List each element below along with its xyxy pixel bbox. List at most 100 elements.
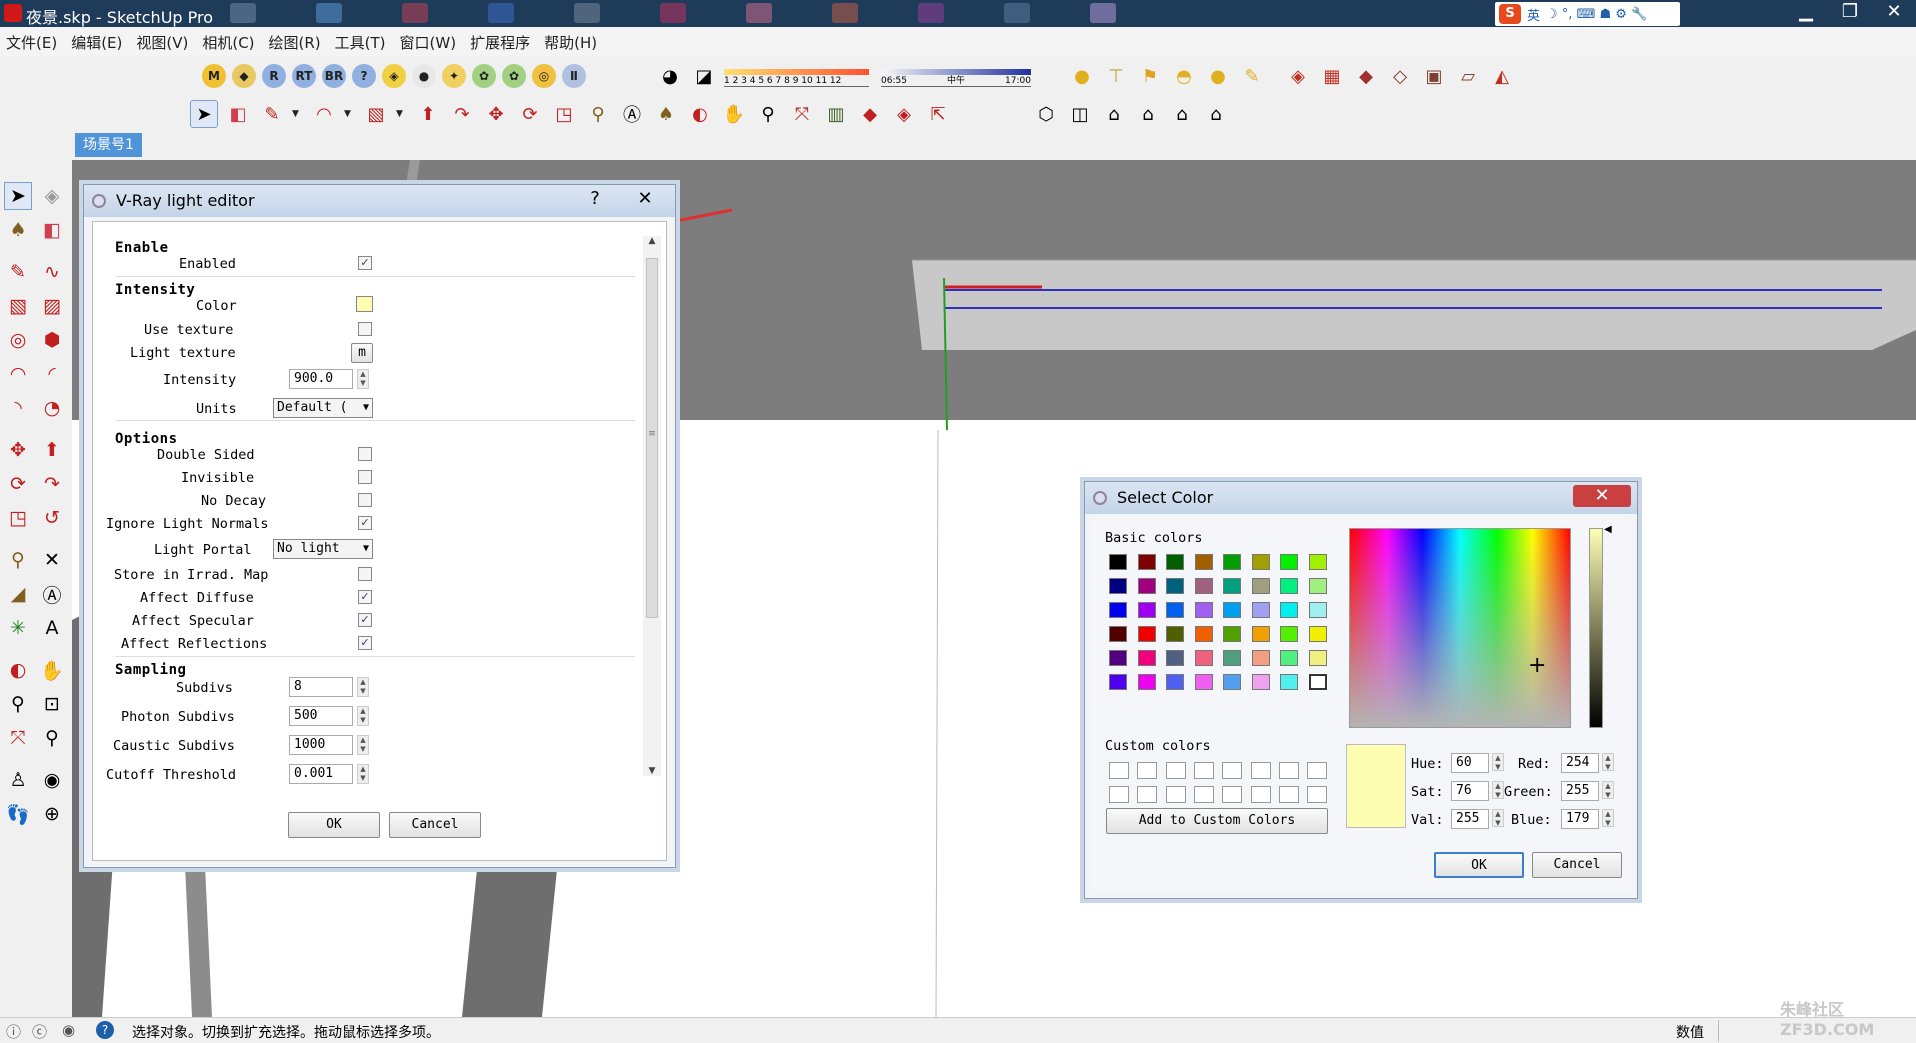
- custom-color-swatch[interactable]: [1250, 786, 1271, 803]
- follow-me-tool-icon[interactable]: ↷: [448, 100, 476, 128]
- basic-color-swatch[interactable]: [1251, 674, 1270, 690]
- blue-input[interactable]: 179: [1561, 809, 1599, 829]
- vray-sphere-icon[interactable]: ●: [412, 64, 436, 88]
- top-view-icon[interactable]: ◫: [1066, 100, 1094, 128]
- basic-color-swatch[interactable]: [1137, 578, 1156, 594]
- user-icon[interactable]: ◉: [62, 1021, 75, 1039]
- scene-tab[interactable]: 场景号1: [75, 133, 142, 157]
- custom-color-swatch[interactable]: [1222, 762, 1243, 779]
- custom-color-swatch[interactable]: [1137, 762, 1158, 779]
- value-slider-arrow-icon[interactable]: ◀: [1604, 524, 1612, 535]
- eraser-tool-icon[interactable]: ◧: [38, 216, 66, 244]
- smoove-icon[interactable]: ◆: [1352, 62, 1380, 90]
- custom-color-swatch[interactable]: [1165, 762, 1186, 779]
- invisible-checkbox[interactable]: [358, 470, 372, 484]
- close-button[interactable]: ✕: [625, 188, 665, 210]
- push-pull-tool-icon[interactable]: ⬆: [38, 436, 66, 464]
- vray-fur-icon[interactable]: ✿: [502, 64, 526, 88]
- basic-color-swatch[interactable]: [1251, 554, 1270, 570]
- three-point-arc-icon[interactable]: ◝: [4, 394, 32, 422]
- shadow-toggle-icon[interactable]: ◪: [690, 62, 718, 90]
- menu-edit[interactable]: 编辑(E): [71, 32, 122, 53]
- basic-color-swatch[interactable]: [1194, 602, 1213, 618]
- left-view-icon[interactable]: ⌂: [1202, 100, 1230, 128]
- minimize-button[interactable]: ▁: [1784, 0, 1828, 27]
- basic-color-swatch[interactable]: [1137, 626, 1156, 642]
- caustic-subdivs-input[interactable]: 1000: [289, 735, 353, 755]
- ignore-normals-checkbox[interactable]: ✓: [358, 516, 372, 530]
- back-view-icon[interactable]: ⌂: [1168, 100, 1196, 128]
- menu-file[interactable]: 文件(E): [6, 32, 57, 53]
- cancel-button[interactable]: Cancel: [1532, 852, 1622, 878]
- basic-color-swatch[interactable]: [1280, 674, 1298, 690]
- light-portal-select[interactable]: No light ▼: [273, 539, 373, 559]
- basic-color-swatch[interactable]: [1251, 578, 1270, 594]
- menu-view[interactable]: 视图(V): [136, 32, 188, 53]
- ime-symbols[interactable]: ☽ °, ⌨ ☗ ⚙ 🔧: [1546, 7, 1647, 22]
- iso-view-icon[interactable]: ⬡: [1032, 100, 1060, 128]
- arc-tool-icon[interactable]: ◠: [4, 360, 32, 388]
- ime-mode[interactable]: 英: [1527, 5, 1540, 24]
- no-decay-checkbox[interactable]: [358, 493, 372, 507]
- basic-color-swatch[interactable]: [1223, 602, 1241, 618]
- basic-color-swatch[interactable]: [1308, 602, 1327, 618]
- extension-warehouse-icon[interactable]: ◆: [856, 100, 884, 128]
- basic-color-swatch[interactable]: [1251, 626, 1270, 642]
- thumbnail[interactable]: [488, 3, 514, 23]
- chevron-down-icon[interactable]: ▼: [292, 109, 304, 119]
- value-slider[interactable]: [1589, 528, 1603, 728]
- menu-draw[interactable]: 绘图(R): [269, 32, 321, 53]
- custom-color-swatch[interactable]: [1278, 762, 1299, 779]
- basic-color-swatch[interactable]: [1223, 626, 1241, 642]
- basic-color-swatch[interactable]: [1223, 674, 1241, 690]
- position-camera-icon[interactable]: ♙: [4, 766, 32, 794]
- subdivs-spinner[interactable]: ▲ ▼: [357, 677, 369, 697]
- rotated-rectangle-icon[interactable]: ▨: [38, 292, 66, 320]
- custom-color-swatch[interactable]: [1165, 786, 1186, 803]
- thumbnail[interactable]: [402, 3, 428, 23]
- green-spinner[interactable]: ▲ ▼: [1602, 781, 1614, 799]
- basic-color-swatch[interactable]: [1137, 674, 1156, 690]
- share-model-icon[interactable]: ◈: [890, 100, 918, 128]
- basic-color-swatch[interactable]: [1166, 674, 1184, 690]
- rect-light-icon[interactable]: ⊤: [1102, 62, 1130, 90]
- omni-light-icon[interactable]: ●: [1068, 62, 1096, 90]
- 3d-text-tool-icon[interactable]: A: [38, 614, 66, 642]
- basic-color-swatch[interactable]: [1251, 650, 1270, 666]
- basic-color-swatch[interactable]: [1137, 602, 1156, 618]
- basic-color-swatch[interactable]: [1109, 626, 1127, 642]
- custom-color-swatch[interactable]: [1222, 786, 1243, 803]
- vray-light-icon[interactable]: ✦: [442, 64, 466, 88]
- scroll-up-icon[interactable]: ▲: [643, 236, 661, 246]
- scrollbar[interactable]: ▲ ≡ ▼: [643, 236, 661, 776]
- vray-options-icon[interactable]: ◆: [232, 64, 256, 88]
- vray-batch-render-icon[interactable]: BR: [322, 64, 346, 88]
- ime-toolbar[interactable]: S 英 ☽ °, ⌨ ☗ ⚙ 🔧: [1495, 2, 1680, 26]
- vray-rt-render-icon[interactable]: RT: [292, 64, 316, 88]
- push-pull-tool-icon[interactable]: ⬆: [414, 100, 442, 128]
- spot-light-icon[interactable]: ⚑: [1136, 62, 1164, 90]
- menu-window[interactable]: 窗口(W): [400, 32, 457, 53]
- vray-render-icon[interactable]: R: [262, 64, 286, 88]
- vray-material-editor-icon[interactable]: M: [202, 64, 226, 88]
- menu-tools[interactable]: 工具(T): [335, 32, 386, 53]
- green-input[interactable]: 255: [1561, 781, 1599, 801]
- orbit-tool-icon[interactable]: ◐: [686, 100, 714, 128]
- thumbnail[interactable]: [746, 3, 772, 23]
- section-plane-icon[interactable]: ⊕: [38, 800, 66, 828]
- shadow-settings-icon[interactable]: ◕: [656, 62, 684, 90]
- arc-tool-icon[interactable]: ◠: [310, 100, 338, 128]
- cutoff-threshold-input[interactable]: 0.001: [289, 764, 353, 784]
- red-spinner[interactable]: ▲ ▼: [1602, 753, 1614, 771]
- vray-proxy-icon[interactable]: ✿: [472, 64, 496, 88]
- ies-light-icon[interactable]: ◓: [1170, 62, 1198, 90]
- basic-color-swatch[interactable]: [1308, 650, 1327, 666]
- blue-spinner[interactable]: ▲ ▼: [1602, 809, 1614, 827]
- basic-color-swatch[interactable]: [1166, 650, 1184, 666]
- make-component-icon[interactable]: ◈: [38, 182, 66, 210]
- basic-color-swatch[interactable]: [1166, 554, 1184, 570]
- sat-input[interactable]: 76: [1451, 781, 1489, 801]
- sphere-light-icon[interactable]: ●: [1204, 62, 1232, 90]
- hue-sat-spectrum[interactable]: +: [1349, 528, 1571, 728]
- basic-color-swatch[interactable]: [1166, 578, 1184, 594]
